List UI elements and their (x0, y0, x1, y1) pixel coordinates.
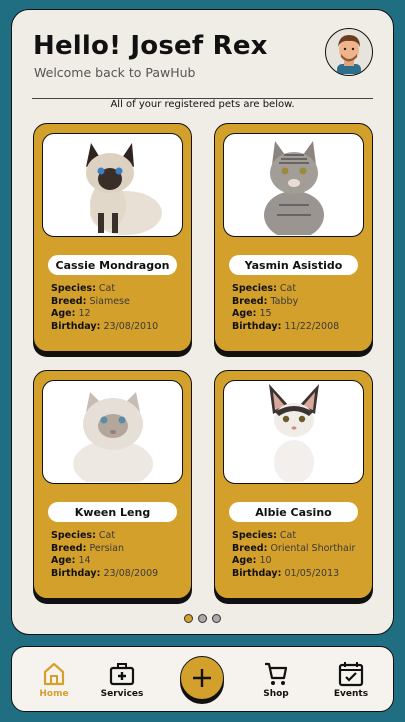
age-label: Age: (232, 555, 257, 566)
page-title: Hello! Josef Rex (33, 31, 268, 61)
pet-photo (223, 133, 364, 237)
breed-value: Siamese (89, 295, 130, 307)
page-dot-2[interactable] (198, 614, 207, 623)
nav-services-label: Services (100, 689, 144, 699)
birthday-label: Birthday: (51, 320, 101, 332)
pet-name: Kween Leng (48, 502, 177, 522)
nav-shop[interactable]: Shop (246, 661, 306, 699)
birthday-value: 11/22/2008 (284, 320, 340, 332)
breed-label: Breed: (232, 542, 268, 554)
birthday-label: Birthday: (232, 320, 282, 332)
oriental-cat-icon (268, 384, 319, 482)
species-label: Species: (232, 283, 277, 294)
pet-info: Species: Cat Breed: Tabby Age: 15 Birthd… (232, 283, 339, 333)
pet-photo (42, 380, 183, 484)
welcome-text: Welcome back to PawHub (34, 65, 196, 80)
age-value: 10 (259, 555, 272, 566)
pet-card[interactable]: Albie Casino Species: Cat Breed: Orienta… (214, 370, 373, 599)
age-label: Age: (51, 308, 76, 319)
breed-value: Oriental Shorthair (270, 542, 356, 554)
pet-info: Species: Cat Breed: Persian Age: 14 Birt… (51, 530, 158, 580)
species-label: Species: (51, 283, 96, 294)
nav-home-label: Home (39, 689, 69, 699)
avatar[interactable] (325, 28, 373, 76)
breed-label: Breed: (51, 295, 87, 307)
nav-shop-label: Shop (263, 689, 289, 699)
nav-services[interactable]: Services (92, 661, 152, 699)
nav-events-label: Events (333, 689, 369, 699)
species-value: Cat (98, 530, 116, 541)
birthday-value: 23/08/2010 (103, 320, 159, 332)
add-button[interactable] (180, 656, 224, 700)
age-value: 14 (78, 555, 91, 566)
calendar-check-icon (338, 662, 364, 687)
age-value: 15 (259, 308, 272, 319)
cart-icon (265, 662, 288, 685)
pet-name: Albie Casino (229, 502, 358, 522)
persian-cat-icon (72, 392, 153, 482)
pet-info: Species: Cat Breed: Siamese Age: 12 Birt… (51, 283, 158, 333)
tabby-cat-icon (263, 141, 324, 235)
plus-icon (193, 669, 211, 687)
nav-events[interactable]: Events (321, 661, 381, 699)
section-label: All of your registered pets are below. (106, 99, 299, 110)
pet-name: Yasmin Asistido (229, 255, 358, 275)
species-value: Cat (98, 283, 116, 294)
age-value: 12 (78, 308, 91, 319)
breed-value: Tabby (270, 295, 299, 307)
species-label: Species: (51, 530, 96, 541)
user-avatar-icon (337, 35, 361, 74)
birthday-value: 01/05/2013 (284, 567, 340, 579)
page-dot-3[interactable] (212, 614, 221, 623)
species-value: Cat (279, 530, 297, 541)
siamese-cat-icon (85, 143, 162, 235)
species-value: Cat (279, 283, 297, 294)
birthday-label: Birthday: (51, 567, 101, 579)
pet-info: Species: Cat Breed: Oriental Shorthair A… (232, 530, 355, 580)
pet-name: Cassie Mondragon (48, 255, 177, 275)
birthday-value: 23/08/2009 (103, 567, 159, 579)
age-label: Age: (51, 555, 76, 566)
age-label: Age: (232, 308, 257, 319)
nav-home[interactable]: Home (24, 661, 84, 699)
medical-kit-icon (109, 663, 135, 686)
main-screen: Hello! Josef Rex Welcome back to PawHub … (11, 9, 394, 635)
pet-card[interactable]: Cassie Mondragon Species: Cat Breed: Sia… (33, 123, 192, 352)
home-icon (43, 662, 65, 686)
breed-label: Breed: (51, 542, 87, 554)
species-label: Species: (232, 530, 277, 541)
pet-photo (42, 133, 183, 237)
pet-photo (223, 380, 364, 484)
page-dot-1[interactable] (184, 614, 193, 623)
breed-value: Persian (89, 542, 125, 554)
birthday-label: Birthday: (232, 567, 282, 579)
bottom-nav: Home Services Shop Events (11, 646, 394, 712)
breed-label: Breed: (232, 295, 268, 307)
pet-card[interactable]: Yasmin Asistido Species: Cat Breed: Tabb… (214, 123, 373, 352)
pet-card[interactable]: Kween Leng Species: Cat Breed: Persian A… (33, 370, 192, 599)
pagination-dots (12, 614, 393, 623)
